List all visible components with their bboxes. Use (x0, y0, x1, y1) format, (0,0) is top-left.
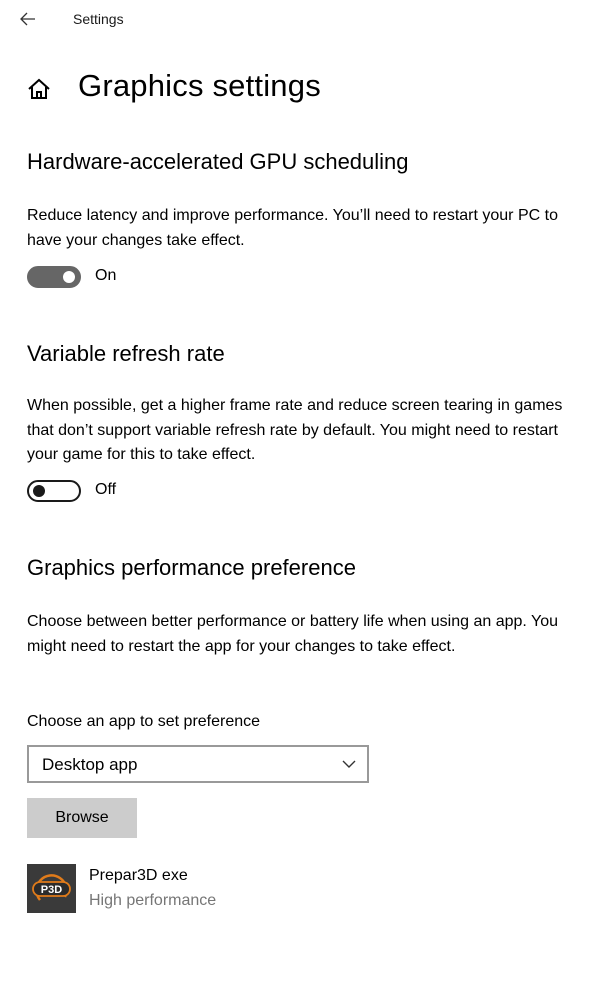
browse-button[interactable]: Browse (27, 798, 137, 838)
page-title: Graphics settings (78, 68, 321, 103)
gpu-scheduling-state-label: On (95, 267, 117, 284)
back-button[interactable] (14, 6, 42, 32)
variable-refresh-state-label: Off (95, 481, 117, 498)
gpu-scheduling-description: Reduce latency and improve performance. … (27, 207, 558, 249)
prepar3d-app-icon: P3D (27, 864, 76, 913)
performance-preference-description: Choose between better performance or bat… (27, 613, 559, 655)
gpu-scheduling-toggle[interactable] (27, 266, 81, 288)
chevron-down-icon (342, 760, 356, 768)
app-type-dropdown[interactable]: Desktop app (27, 745, 369, 783)
p3d-logo: P3D (27, 864, 76, 913)
back-arrow-icon (20, 12, 35, 26)
app-type-selected-value: Desktop app (42, 755, 138, 774)
gpu-scheduling-heading: Hardware-accelerated GPU scheduling (27, 149, 409, 174)
app-type-select-label: Choose an app to set preference (27, 713, 261, 730)
variable-refresh-toggle[interactable] (27, 480, 81, 502)
performance-preference-heading: Graphics performance preference (27, 555, 356, 580)
svg-text:P3D: P3D (41, 884, 62, 896)
app-list-item[interactable]: P3D Prepar3D exe High performance (27, 863, 327, 915)
app-preference: High performance (89, 892, 217, 909)
variable-refresh-description: When possible, get a higher frame rate a… (27, 397, 563, 463)
window-title: Settings (73, 11, 124, 27)
variable-refresh-heading: Variable refresh rate (27, 341, 225, 366)
toggle-knob (63, 271, 75, 283)
toggle-knob (33, 485, 45, 497)
home-icon[interactable] (26, 76, 52, 102)
app-name: Prepar3D exe (89, 867, 188, 884)
